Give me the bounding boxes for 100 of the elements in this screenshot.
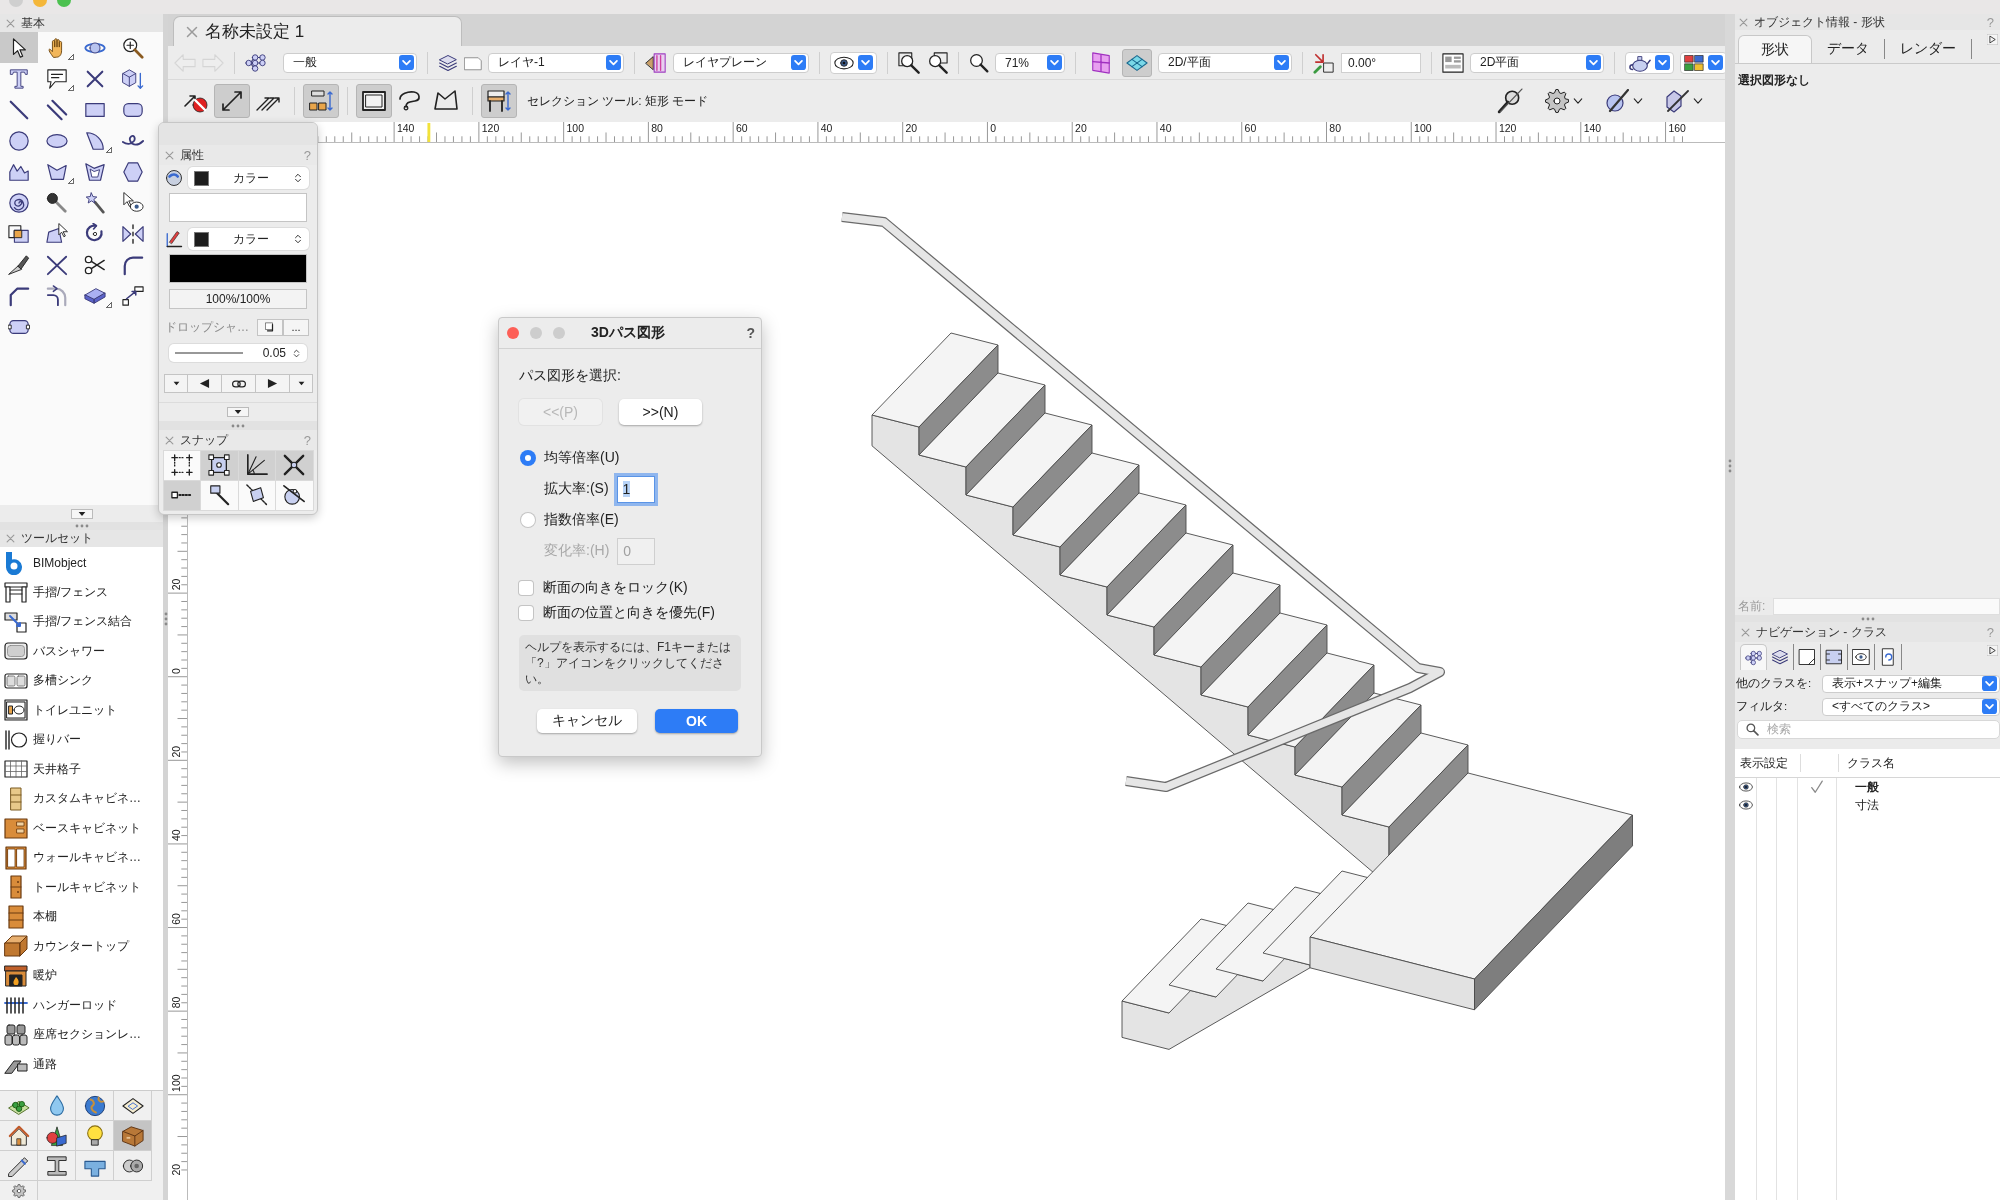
tool-item[interactable]: 天井格子 xyxy=(0,754,163,784)
snap-button[interactable] xyxy=(200,449,239,481)
tool-item[interactable]: ハンガーロッド xyxy=(0,990,163,1020)
resize-grip-icon[interactable] xyxy=(163,612,168,626)
paint-bucket-icon[interactable] xyxy=(165,169,183,187)
tool-item[interactable]: 通路 xyxy=(0,1049,163,1079)
radio-button[interactable] xyxy=(521,513,535,527)
layer-plane-dropdown[interactable]: レイヤプレーン xyxy=(673,52,809,73)
snap-button[interactable] xyxy=(275,449,314,481)
toolset-button[interactable] xyxy=(114,1151,152,1181)
class-name[interactable]: 一般 xyxy=(1837,778,1879,796)
radio-button[interactable] xyxy=(521,451,535,465)
tool-item[interactable]: ウォールキャビネ… xyxy=(0,843,163,873)
resize-grip-icon[interactable] xyxy=(74,524,89,528)
class-name[interactable]: 寸法 xyxy=(1837,796,1879,814)
toolset-button[interactable] xyxy=(38,1151,76,1181)
toolset-button[interactable] xyxy=(0,1121,38,1151)
toolset-button[interactable] xyxy=(38,1121,76,1151)
zoom-dropdown[interactable]: 71% xyxy=(995,52,1065,73)
resize-grip-icon[interactable] xyxy=(1728,459,1732,473)
line-weight-dropdown[interactable]: 0.05 xyxy=(169,344,307,362)
tool-item[interactable]: カスタムキャビネ… xyxy=(0,784,163,814)
eye-icon[interactable] xyxy=(1738,798,1753,812)
class-mode-dropdown[interactable]: 表示+スナップ+編集 xyxy=(1822,674,2000,693)
tool-item[interactable]: カウンタートップ xyxy=(0,931,163,961)
arrow-start-menu-button[interactable] xyxy=(164,374,188,393)
checkbox[interactable] xyxy=(519,606,533,620)
number-field[interactable]: 1 xyxy=(616,475,655,503)
sheet-layout-icon[interactable] xyxy=(1442,51,1464,74)
rotation-field[interactable]: 0.00° xyxy=(1341,52,1421,73)
tool-item[interactable]: 座席セクションレ… xyxy=(0,1020,163,1050)
class-tree-icon[interactable] xyxy=(245,51,267,74)
toolset-button[interactable] xyxy=(0,1091,38,1121)
toolset-button[interactable] xyxy=(114,1121,152,1151)
tool-item[interactable]: 手摺/フェンス結合 xyxy=(0,607,163,637)
tool-item[interactable]: トイレユニット xyxy=(0,695,163,725)
toolset-button[interactable] xyxy=(76,1151,114,1181)
resize-grip-icon[interactable] xyxy=(1860,616,1875,621)
panel-tab[interactable]: レンダー xyxy=(1885,39,1972,59)
settings-popup-button[interactable] xyxy=(1545,89,1583,113)
opacity-button[interactable]: 100%/100% xyxy=(169,289,307,309)
pen-style-dropdown[interactable]: カラー xyxy=(188,228,309,250)
tool-item[interactable]: 本棚 xyxy=(0,902,163,932)
cancel-button[interactable]: キャンセル xyxy=(537,709,637,733)
panel-menu-icon[interactable] xyxy=(1987,645,1998,656)
toolset-button[interactable] xyxy=(76,1091,114,1121)
navigation-tab[interactable] xyxy=(1740,644,1767,670)
filter-dropdown[interactable]: <すべてのクラス> xyxy=(1822,697,2000,716)
zoom-fit-icon[interactable] xyxy=(898,51,920,74)
tool-item[interactable]: 多槽シンク xyxy=(0,666,163,696)
tool-item[interactable]: トールキャビネット xyxy=(0,872,163,902)
tool-item[interactable]: 暖炉 xyxy=(0,961,163,991)
help-button[interactable]: ? xyxy=(746,325,755,341)
layer-plane-icon[interactable] xyxy=(645,51,667,74)
close-dialog-button[interactable] xyxy=(507,327,519,339)
layers-icon[interactable] xyxy=(438,52,458,73)
fill-style-dropdown[interactable]: カラー xyxy=(188,167,309,189)
document-tab[interactable]: 名称未設定 1 xyxy=(173,16,462,46)
tool-item[interactable]: 手摺/フェンス xyxy=(0,577,163,607)
color-popup[interactable] xyxy=(1680,51,1727,74)
view-button[interactable] xyxy=(1122,48,1152,77)
palette-menu-button[interactable] xyxy=(227,407,249,417)
shadow-options-button[interactable]: ... xyxy=(283,318,309,336)
checkbox[interactable] xyxy=(519,581,533,595)
visibility-popup[interactable] xyxy=(830,51,877,74)
ok-button[interactable]: OK xyxy=(655,709,738,733)
end-arrow-button[interactable] xyxy=(255,374,290,393)
palette-menu-button[interactable] xyxy=(70,508,93,519)
render-mode-dropdown[interactable]: 2D平面 xyxy=(1470,52,1604,73)
mode-button[interactable] xyxy=(214,84,250,118)
layer-dropdown[interactable]: レイヤ-1 xyxy=(488,52,624,73)
class-dropdown[interactable]: 一般 xyxy=(283,52,417,73)
snap-button[interactable] xyxy=(200,479,239,511)
resize-grip-icon[interactable] xyxy=(231,423,245,428)
panel-tab[interactable]: 形状 xyxy=(1738,35,1812,63)
tool-item[interactable]: 握りバー xyxy=(0,725,163,755)
sphere-popup-button[interactable] xyxy=(1605,89,1643,113)
panel-menu-icon[interactable] xyxy=(1987,34,1998,45)
next-button[interactable]: >>(N) xyxy=(619,399,702,425)
view-dropdown[interactable]: 2D/平面 xyxy=(1158,52,1292,73)
tool-item[interactable]: バスシャワー xyxy=(0,636,163,666)
shape-popup-button[interactable] xyxy=(1665,89,1703,113)
shadow-toggle-button[interactable] xyxy=(257,318,283,336)
name-field[interactable] xyxy=(1773,597,2000,615)
start-arrow-button[interactable] xyxy=(187,374,222,393)
render-popup[interactable] xyxy=(1625,51,1674,74)
plan-rotation-icon[interactable] xyxy=(1313,51,1335,74)
tool-item[interactable]: ベースキャビネット xyxy=(0,813,163,843)
tool-item[interactable]: BIMobject xyxy=(0,548,163,578)
eye-icon[interactable] xyxy=(1738,780,1753,794)
tool-button[interactable] xyxy=(0,32,38,63)
mode-button[interactable] xyxy=(356,84,392,118)
link-arrows-button[interactable] xyxy=(221,374,256,393)
pen-preview[interactable] xyxy=(169,254,307,283)
magnifier-icon[interactable] xyxy=(969,52,989,73)
panel-tab[interactable]: データ xyxy=(1812,39,1885,59)
pen-icon[interactable] xyxy=(165,230,183,248)
magnifier-pencil-icon[interactable] xyxy=(1497,88,1523,114)
mode-button[interactable] xyxy=(481,84,517,118)
zoom-selection-icon[interactable] xyxy=(926,51,948,74)
